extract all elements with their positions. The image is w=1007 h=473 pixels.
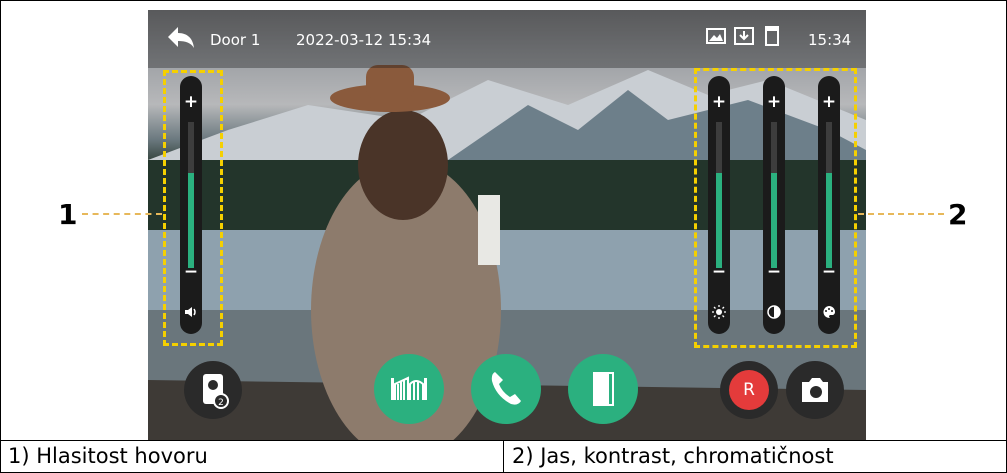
callout-number-1: 1 — [58, 198, 78, 231]
sd-card-icon — [765, 26, 779, 46]
caption-left: 1) Hlasitost hovoru — [8, 444, 208, 468]
gate-button[interactable] — [374, 354, 444, 424]
download-icon[interactable] — [734, 26, 754, 46]
back-arrow-icon[interactable] — [166, 25, 196, 49]
gate-icon — [391, 376, 427, 400]
snapshot-button[interactable] — [786, 361, 844, 419]
record-label: R — [729, 370, 769, 410]
callout-number-2: 2 — [948, 198, 968, 231]
caption-column-divider — [503, 440, 504, 473]
phone-icon — [491, 372, 521, 405]
monitor-card-icon: 2 — [203, 374, 229, 409]
door-label: Door 1 — [210, 31, 261, 49]
volume-highlight-box — [163, 70, 223, 346]
call-button[interactable] — [471, 354, 541, 424]
datetime-label: 2022-03-12 15:34 — [296, 31, 432, 49]
callout-line-1 — [82, 213, 162, 215]
camera-icon — [802, 378, 828, 402]
svg-text:2: 2 — [218, 398, 224, 408]
callout-line-2 — [858, 213, 944, 215]
image-settings-highlight-box — [694, 68, 857, 348]
status-bar: Door 1 2022-03-12 15:34 15:34 — [148, 10, 866, 68]
door-icon — [593, 372, 614, 406]
monitor-card-button[interactable]: 2 — [184, 361, 242, 419]
gallery-icon[interactable] — [706, 26, 726, 46]
clock-label: 15:34 — [808, 31, 852, 49]
record-button[interactable]: R — [720, 361, 778, 419]
door-button[interactable] — [568, 354, 638, 424]
caption-right: 2) Jas, kontrast, chromatičnost — [512, 444, 834, 468]
